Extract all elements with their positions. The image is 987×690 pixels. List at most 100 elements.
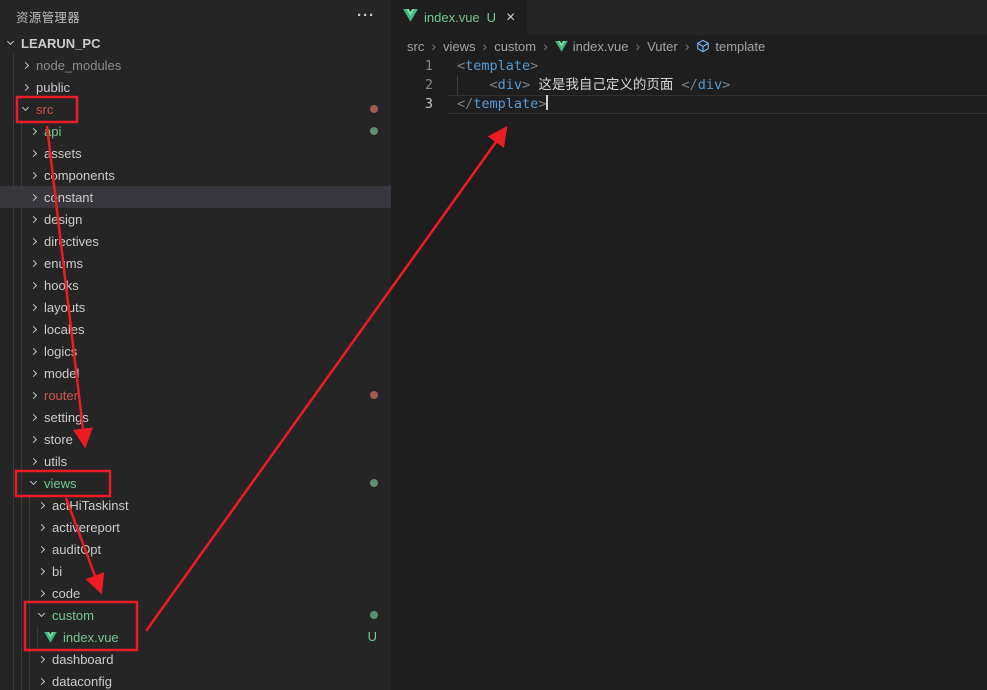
line-number: 3: [391, 95, 447, 114]
git-untracked-dot: [370, 611, 378, 619]
tree-item-label: activereport: [52, 520, 120, 535]
tree-item-layouts[interactable]: layouts: [0, 296, 391, 318]
explorer-header: 资源管理器 ···: [0, 0, 391, 32]
chevron-down-icon[interactable]: [7, 38, 14, 45]
tree-item-store[interactable]: store: [0, 428, 391, 450]
vscode-window: 资源管理器 ··· LEARUN_PCnode_modulespublicsrc…: [0, 0, 987, 690]
tree-item-dashboard[interactable]: dashboard: [0, 648, 391, 670]
tree-item-dataconfig[interactable]: dataconfig: [0, 670, 391, 690]
tree-item-label: hooks: [44, 278, 79, 293]
tree-item-router[interactable]: router: [0, 384, 391, 406]
chevron-down-icon[interactable]: [38, 610, 45, 617]
chevron-right-icon[interactable]: [30, 281, 37, 288]
tree-item-src[interactable]: src: [0, 98, 391, 120]
tree-item-hooks[interactable]: hooks: [0, 274, 391, 296]
chevron-right-icon[interactable]: [38, 501, 45, 508]
chevron-right-icon[interactable]: [38, 523, 45, 530]
vue-file-icon: [403, 9, 418, 27]
line-number: 2: [391, 76, 447, 95]
tree-item-utils[interactable]: utils: [0, 450, 391, 472]
code-line-content: </template>: [447, 95, 987, 114]
chevron-right-icon[interactable]: [38, 589, 45, 596]
tree-item-design[interactable]: design: [0, 208, 391, 230]
tree-item-acthitaskinst[interactable]: actHiTaskinst: [0, 494, 391, 516]
tree-item-custom[interactable]: custom: [0, 604, 391, 626]
code-editor[interactable]: 1<template>2 <div> 这是我自己定义的页面 </div>3</t…: [391, 57, 987, 114]
code-line-2[interactable]: 2 <div> 这是我自己定义的页面 </div>: [391, 76, 987, 95]
tree-item-label: locales: [44, 322, 84, 337]
tree-item-public[interactable]: public: [0, 76, 391, 98]
chevron-right-icon[interactable]: [30, 127, 37, 134]
tree-item-enums[interactable]: enums: [0, 252, 391, 274]
code-line-1[interactable]: 1<template>: [391, 57, 987, 76]
tab-index-vue[interactable]: index.vue U ×: [391, 0, 527, 35]
chevron-right-icon[interactable]: [30, 215, 37, 222]
chevron-right-icon[interactable]: [30, 413, 37, 420]
tree-item-label: settings: [44, 410, 89, 425]
code-line-3[interactable]: 3</template>: [391, 95, 987, 114]
more-actions-icon[interactable]: ···: [357, 11, 375, 21]
tree-item-model[interactable]: model: [0, 362, 391, 384]
chevron-right-icon[interactable]: [38, 567, 45, 574]
tree-item-bi[interactable]: bi: [0, 560, 391, 582]
chevron-right-icon[interactable]: [30, 171, 37, 178]
tree-item-directives[interactable]: directives: [0, 230, 391, 252]
tree-item-label: actHiTaskinst: [52, 498, 129, 513]
tree-item-label: layouts: [44, 300, 85, 315]
tree-item-locales[interactable]: locales: [0, 318, 391, 340]
chevron-right-icon[interactable]: [30, 369, 37, 376]
chevron-right-icon[interactable]: [30, 325, 37, 332]
breadcrumb-item-index-vue[interactable]: index.vue: [555, 39, 629, 54]
tree-item-label: dataconfig: [52, 674, 112, 689]
git-untracked-badge: U: [368, 629, 377, 644]
chevron-right-icon[interactable]: [38, 655, 45, 662]
chevron-right-icon[interactable]: [30, 347, 37, 354]
line-number: 1: [391, 57, 447, 76]
tree-item-label: auditOpt: [52, 542, 101, 557]
tree-item-api[interactable]: api: [0, 120, 391, 142]
tab-modified-badge: U: [487, 10, 496, 25]
tree-item-logics[interactable]: logics: [0, 340, 391, 362]
tree-item-constant[interactable]: constant: [0, 186, 391, 208]
breadcrumb: src›views›custom›index.vue›Vuter›templat…: [391, 35, 987, 57]
chevron-right-icon[interactable]: [38, 677, 45, 684]
breadcrumb-item-custom[interactable]: custom: [494, 39, 536, 54]
chevron-right-icon[interactable]: [30, 149, 37, 156]
tree-item-assets[interactable]: assets: [0, 142, 391, 164]
tree-item-auditopt[interactable]: auditOpt: [0, 538, 391, 560]
chevron-down-icon[interactable]: [22, 104, 29, 111]
tree-item-activereport[interactable]: activereport: [0, 516, 391, 538]
chevron-right-icon[interactable]: [30, 435, 37, 442]
tree-item-label: node_modules: [36, 58, 121, 73]
breadcrumb-label: Vuter: [647, 39, 678, 54]
chevron-right-icon[interactable]: [22, 61, 29, 68]
explorer-title: 资源管理器: [16, 7, 80, 26]
tree-item-label: code: [52, 586, 80, 601]
breadcrumb-item-vuter[interactable]: Vuter: [647, 39, 678, 54]
tree-item-components[interactable]: components: [0, 164, 391, 186]
tree-item-label: directives: [44, 234, 99, 249]
breadcrumb-item-views[interactable]: views: [443, 39, 476, 54]
chevron-right-icon[interactable]: [30, 237, 37, 244]
tree-item-label: LEARUN_PC: [21, 36, 100, 51]
chevron-right-icon[interactable]: [30, 259, 37, 266]
tree-item-index-vue[interactable]: index.vueU: [0, 626, 391, 648]
tree-item-code[interactable]: code: [0, 582, 391, 604]
git-untracked-dot: [370, 479, 378, 487]
chevron-right-icon[interactable]: [30, 193, 37, 200]
chevron-right-icon[interactable]: [30, 303, 37, 310]
breadcrumb-item-src[interactable]: src: [407, 39, 424, 54]
chevron-down-icon[interactable]: [30, 478, 37, 485]
chevron-right-icon[interactable]: [38, 545, 45, 552]
vue-file-icon: [44, 632, 57, 643]
close-icon[interactable]: ×: [506, 11, 515, 25]
chevron-right-icon[interactable]: [22, 83, 29, 90]
chevron-right-icon[interactable]: [30, 457, 37, 464]
tree-item-label: bi: [52, 564, 62, 579]
tree-item-learun-pc[interactable]: LEARUN_PC: [0, 32, 391, 54]
tree-item-settings[interactable]: settings: [0, 406, 391, 428]
tree-item-node-modules[interactable]: node_modules: [0, 54, 391, 76]
tree-item-views[interactable]: views: [0, 472, 391, 494]
breadcrumb-item-template[interactable]: template: [696, 39, 765, 54]
chevron-right-icon[interactable]: [30, 391, 37, 398]
